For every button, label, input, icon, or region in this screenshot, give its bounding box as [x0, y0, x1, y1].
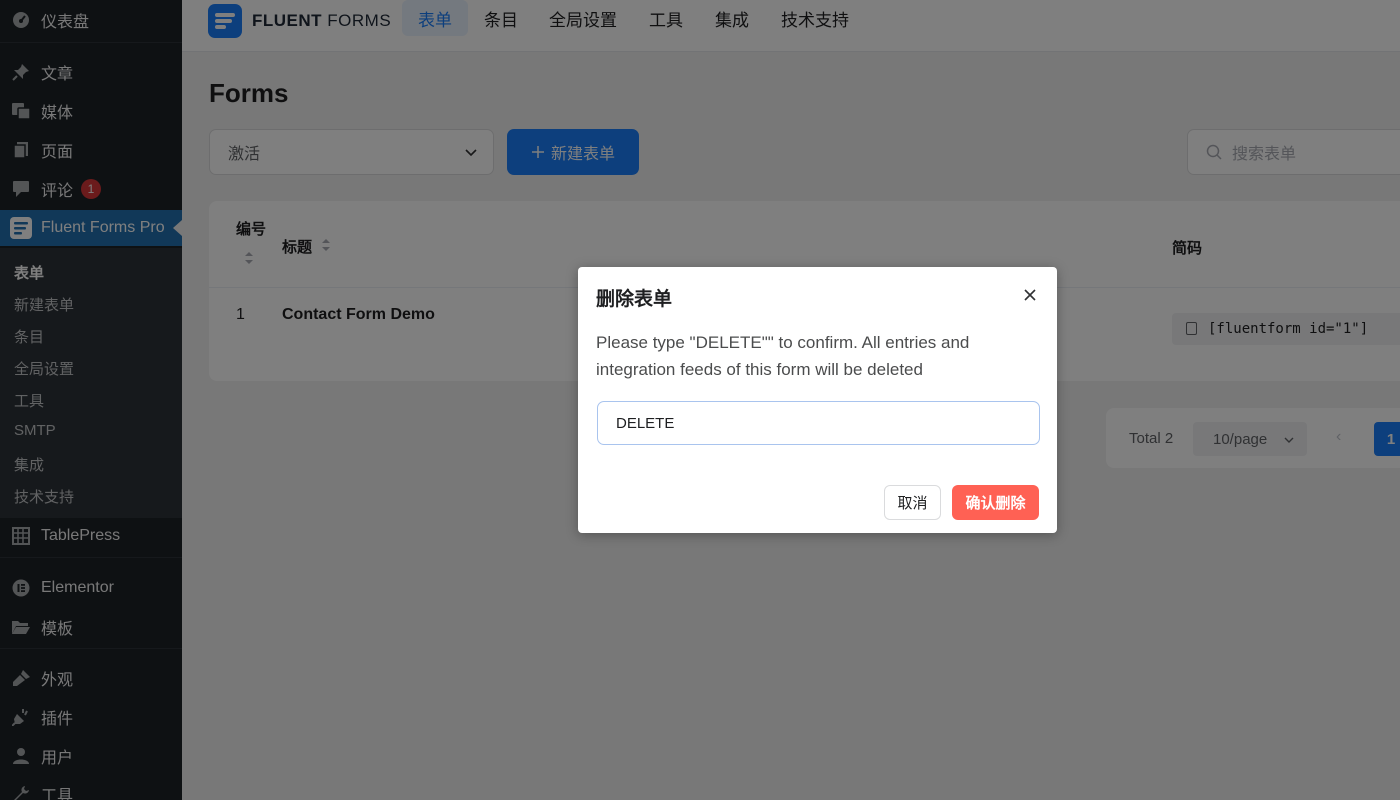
dialog-title: 删除表单	[596, 289, 673, 310]
delete-confirm-input[interactable]	[597, 401, 1040, 445]
delete-form-dialog: 删除表单 Please type "DELETE"" to confirm. A…	[578, 267, 1057, 533]
dialog-message: Please type "DELETE"" to confirm. All en…	[596, 333, 970, 379]
cancel-button[interactable]: 取消	[884, 485, 941, 520]
confirm-delete-button[interactable]: 确认删除	[952, 485, 1039, 520]
close-icon[interactable]	[1022, 287, 1038, 303]
